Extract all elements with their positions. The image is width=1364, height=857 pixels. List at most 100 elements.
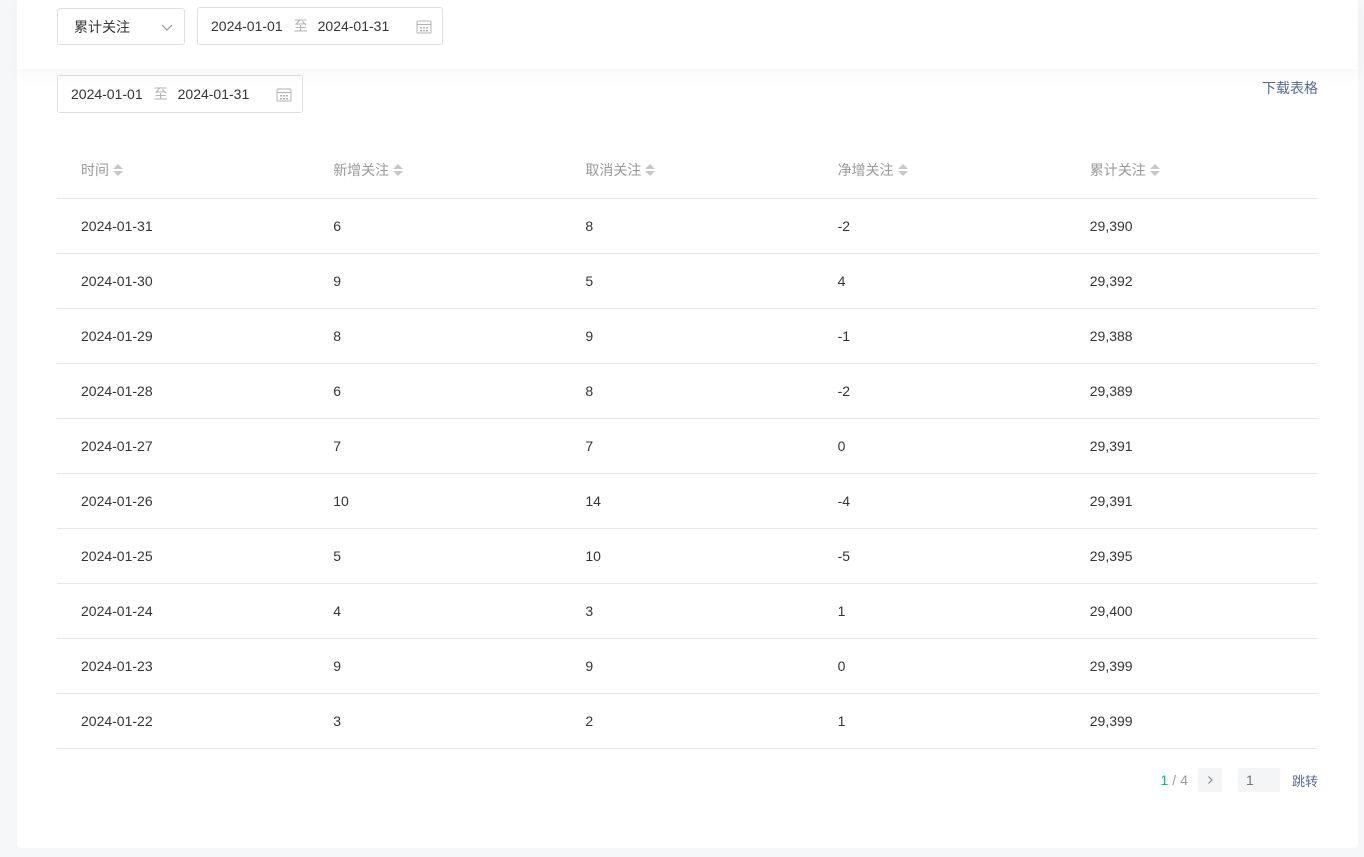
table-cell: -4 <box>813 473 1066 529</box>
pagination: 1 / 4 跳转 <box>1160 768 1318 792</box>
table-cell: 9 <box>561 638 814 694</box>
date-start[interactable]: 2024-01-01 <box>211 18 283 34</box>
sort-icon[interactable] <box>393 164 404 177</box>
date-separator: 至 <box>153 86 168 102</box>
column-header-label: 累计关注 <box>1089 162 1146 179</box>
table-cell: 6 <box>309 198 562 254</box>
table-row: 2024-01-27 7 7 0 29,391 <box>57 418 1318 474</box>
table-cell: 29,392 <box>1065 253 1318 309</box>
table-cell: 9 <box>561 308 814 364</box>
column-header-time[interactable]: 时间 <box>57 143 310 199</box>
column-header-new[interactable]: 新增关注 <box>309 143 562 199</box>
table-cell: 2024-01-22 <box>57 693 310 749</box>
table-cell: 10 <box>309 473 562 529</box>
table-cell: 29,399 <box>1065 638 1318 694</box>
table-cell: 29,391 <box>1065 473 1318 529</box>
sort-icon[interactable] <box>113 164 123 177</box>
table-date-range[interactable]: 2024-01-01 至 2024-01-31 <box>57 75 303 113</box>
table-cell: 7 <box>561 418 814 474</box>
table-cell: 4 <box>309 583 562 639</box>
table-cell: 5 <box>561 253 814 309</box>
table-cell: 29,399 <box>1065 693 1318 749</box>
table-cell: -2 <box>813 363 1066 419</box>
table-header-row: 时间 新增关注 取消关注 净增关注 累计关注 <box>57 143 1318 199</box>
date-end[interactable]: 2024-01-31 <box>318 18 390 34</box>
filter-date-range[interactable]: 2024-01-01 至 2024-01-31 <box>197 7 443 45</box>
table-cell: 8 <box>561 198 814 254</box>
table-row: 2024-01-22 3 2 1 29,399 <box>57 693 1318 749</box>
table-row: 2024-01-30 9 5 4 29,392 <box>57 253 1318 309</box>
table-cell: 10 <box>561 528 814 584</box>
table-cell: 8 <box>309 308 562 364</box>
table-cell: -2 <box>813 198 1066 254</box>
table-cell: 4 <box>813 253 1066 309</box>
table-cell: 3 <box>561 583 814 639</box>
table-row: 2024-01-25 5 10 -5 29,395 <box>57 528 1318 584</box>
table-cell: 2024-01-26 <box>57 473 310 529</box>
table-cell: 2024-01-30 <box>57 253 310 309</box>
table-cell: 29,391 <box>1065 418 1318 474</box>
table-cell: 1 <box>813 693 1066 749</box>
table-cell: 2024-01-31 <box>57 198 310 254</box>
table-cell: 2024-01-25 <box>57 528 310 584</box>
sort-icon[interactable] <box>897 164 908 177</box>
table-cell: -5 <box>813 528 1066 584</box>
table-cell: 0 <box>813 638 1066 694</box>
metric-select-value: 累计关注 <box>74 18 130 35</box>
table-row: 2024-01-28 6 8 -2 29,389 <box>57 363 1318 419</box>
date-start[interactable]: 2024-01-01 <box>71 86 143 102</box>
table-cell: 5 <box>309 528 562 584</box>
column-header-total[interactable]: 累计关注 <box>1065 143 1318 199</box>
column-header-label: 新增关注 <box>333 162 390 179</box>
chevron-right-icon <box>1208 776 1213 784</box>
table-cell: 6 <box>309 363 562 419</box>
table-cell: 2024-01-27 <box>57 418 310 474</box>
sort-icon[interactable] <box>645 164 656 177</box>
table-row: 2024-01-26 10 14 -4 29,391 <box>57 473 1318 529</box>
table-cell: 7 <box>309 418 562 474</box>
table-cell: 2024-01-24 <box>57 583 310 639</box>
table-cell: 8 <box>561 363 814 419</box>
table-cell: 1 <box>813 583 1066 639</box>
column-header-net[interactable]: 净增关注 <box>813 143 1066 199</box>
column-header-cancel[interactable]: 取消关注 <box>561 143 814 199</box>
table-cell: 3 <box>309 693 562 749</box>
table-cell: 9 <box>309 253 562 309</box>
page-jump-button[interactable]: 跳转 <box>1292 771 1318 790</box>
table-row: 2024-01-24 4 3 1 29,400 <box>57 583 1318 639</box>
calendar-icon <box>416 20 432 34</box>
table-cell: 2 <box>561 693 814 749</box>
column-header-label: 净增关注 <box>837 162 894 179</box>
table-cell: 29,389 <box>1065 363 1318 419</box>
table-row: 2024-01-23 9 9 0 29,399 <box>57 638 1318 694</box>
download-table-link[interactable]: 下载表格 <box>1262 78 1318 98</box>
table-row: 2024-01-29 8 9 -1 29,388 <box>57 308 1318 364</box>
column-header-label: 取消关注 <box>585 162 642 179</box>
data-table-panel: 2024-01-01 至 2024-01-31 下载表格 时间 新增关注 取消关… <box>17 69 1358 848</box>
table-cell: 29,388 <box>1065 308 1318 364</box>
table-cell: 2024-01-29 <box>57 308 310 364</box>
table-cell: 29,400 <box>1065 583 1318 639</box>
sort-icon[interactable] <box>1149 164 1160 177</box>
page-separator: / <box>1172 772 1177 788</box>
followers-table: 时间 新增关注 取消关注 净增关注 累计关注 2024-01-31 6 8 -2… <box>57 143 1318 749</box>
table-cell: 2024-01-28 <box>57 363 310 419</box>
current-page: 1 <box>1160 772 1169 788</box>
table-row: 2024-01-31 6 8 -2 29,390 <box>57 198 1318 254</box>
table-cell: 9 <box>309 638 562 694</box>
filter-bar: 累计关注 2024-01-01 至 2024-01-31 <box>17 0 1358 69</box>
column-header-label: 时间 <box>81 162 109 179</box>
date-end[interactable]: 2024-01-31 <box>178 86 250 102</box>
next-page-button[interactable] <box>1197 768 1222 792</box>
page-jump-input[interactable] <box>1237 768 1280 792</box>
date-separator: 至 <box>293 18 308 34</box>
table-cell: -1 <box>813 308 1066 364</box>
total-pages: 4 <box>1180 772 1188 788</box>
table-cell: 29,390 <box>1065 198 1318 254</box>
table-cell: 14 <box>561 473 814 529</box>
table-cell: 29,395 <box>1065 528 1318 584</box>
calendar-icon <box>276 88 292 102</box>
metric-select[interactable]: 累计关注 <box>57 8 185 45</box>
table-cell: 0 <box>813 418 1066 474</box>
chevron-down-icon <box>161 24 173 31</box>
